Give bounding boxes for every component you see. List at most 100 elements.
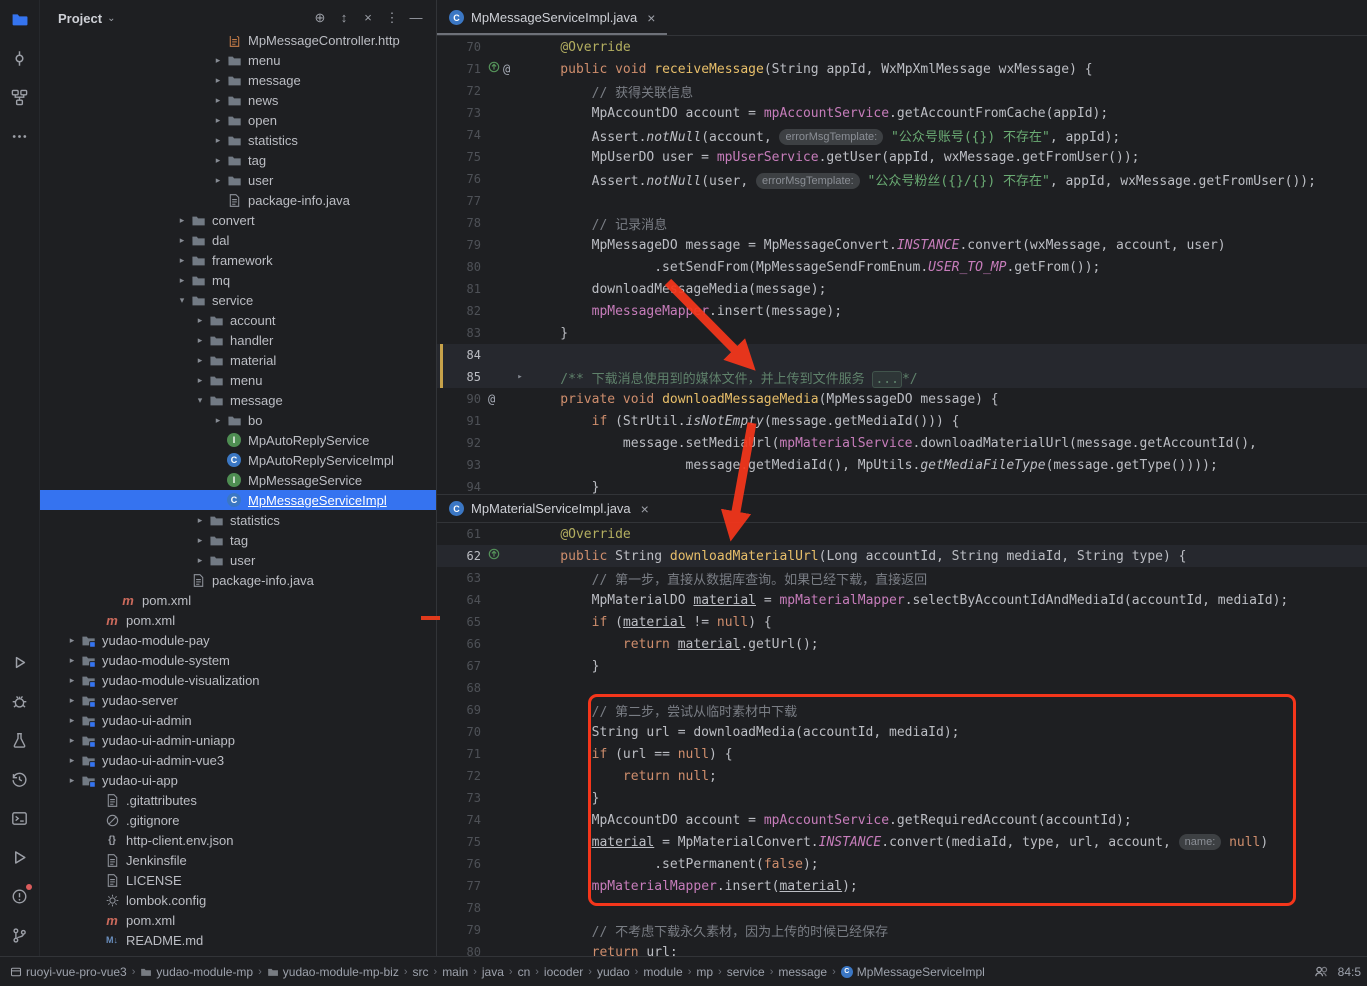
code-line-76[interactable]: 76 Assert.notNull(user, errorMsgTemplate… <box>437 168 1367 190</box>
code-text[interactable]: } <box>529 659 1367 674</box>
code-text[interactable]: // 获得关联信息 <box>529 82 1367 101</box>
code-line-80[interactable]: 80 .setSendFrom(MpMessageSendFromEnum.US… <box>437 256 1367 278</box>
tree-item-message[interactable]: ▸message <box>40 70 436 90</box>
code-line-78[interactable]: 78 // 记录消息 <box>437 212 1367 234</box>
code-line-74[interactable]: 74 MpAccountDO account = mpAccountServic… <box>437 809 1367 831</box>
code-text[interactable]: // 第一步，直接从数据库查询。如果已经下载，直接返回 <box>529 569 1367 588</box>
tree-item-package-info-java[interactable]: package-info.java <box>40 570 436 590</box>
code-text[interactable]: if (url == null) { <box>529 747 1367 762</box>
tree-item-dal[interactable]: ▸dal <box>40 230 436 250</box>
code-line-68[interactable]: 68 <box>437 677 1367 699</box>
breadcrumb-item-mpmessageserviceimpl[interactable]: CMpMessageServiceImpl <box>841 965 985 979</box>
code-line-75[interactable]: 75 material = MpMaterialConvert.INSTANCE… <box>437 831 1367 853</box>
options-icon[interactable]: ⋮ <box>380 6 404 30</box>
code-text[interactable]: MpAccountDO account = mpAccountService.g… <box>529 106 1367 121</box>
code-text[interactable]: message.getMediaId(), MpUtils.getMediaFi… <box>529 458 1367 473</box>
code-line-69[interactable]: 69 // 第二步，尝试从临时素材中下载 <box>437 699 1367 721</box>
code-text[interactable]: } <box>529 326 1367 341</box>
tree-item-user[interactable]: ▸user <box>40 170 436 190</box>
code-line-61[interactable]: 61 @Override <box>437 523 1367 545</box>
code-line-63[interactable]: 63 // 第一步，直接从数据库查询。如果已经下载，直接返回 <box>437 567 1367 589</box>
tree-item-account[interactable]: ▸account <box>40 310 436 330</box>
code-line-67[interactable]: 67 } <box>437 655 1367 677</box>
code-line-62[interactable]: 62 public String downloadMaterialUrl(Lon… <box>437 545 1367 567</box>
code-text[interactable]: message.setMediaUrl(mpMaterialService.do… <box>529 436 1367 451</box>
code-text[interactable]: Assert.notNull(user, errorMsgTemplate: "… <box>529 170 1367 189</box>
tree-item-gitattributes[interactable]: .gitattributes <box>40 790 436 810</box>
breadcrumb-item-java[interactable]: java <box>482 965 504 979</box>
tree-item-lombok-config[interactable]: lombok.config <box>40 890 436 910</box>
breadcrumb-item-yudao[interactable]: yudao <box>597 965 630 979</box>
tree-item-yudao-module-pay[interactable]: ▸yudao-module-pay <box>40 630 436 650</box>
structure-icon[interactable] <box>7 84 33 110</box>
code-text[interactable]: } <box>529 480 1367 495</box>
tree-item-gitignore[interactable]: .gitignore <box>40 810 436 830</box>
run-icon[interactable] <box>7 649 33 675</box>
override-gutter-icon[interactable] <box>488 548 500 564</box>
users-status-icon[interactable] <box>1314 964 1329 979</box>
tree-item-mpautoreplyserviceimpl[interactable]: CMpAutoReplyServiceImpl <box>40 450 436 470</box>
tree-item-mpautoreplyservice[interactable]: IMpAutoReplyService <box>40 430 436 450</box>
chevron-collapsed-icon[interactable]: ▸ <box>210 75 226 86</box>
tree-item-tag[interactable]: ▸tag <box>40 150 436 170</box>
terminal-icon[interactable] <box>7 805 33 831</box>
code-line-71[interactable]: 71 if (url == null) { <box>437 743 1367 765</box>
code-line-64[interactable]: 64 MpMaterialDO material = mpMaterialMap… <box>437 589 1367 611</box>
fold-icon[interactable]: ▸ <box>513 372 527 382</box>
tree-item-yudao-server[interactable]: ▸yudao-server <box>40 690 436 710</box>
code-text[interactable]: if (StrUtil.isNotEmpty(message.getMediaI… <box>529 414 1367 429</box>
annotation-gutter-icon[interactable]: @ <box>503 62 510 76</box>
tree-item-menu[interactable]: ▸menu <box>40 50 436 70</box>
tree-item-bo[interactable]: ▸bo <box>40 410 436 430</box>
code-text[interactable]: MpAccountDO account = mpAccountService.g… <box>529 813 1367 828</box>
code-line-85[interactable]: 85▸ /** 下载消息使用到的媒体文件，并上传到文件服务 ...*/ <box>437 366 1367 388</box>
chevron-collapsed-icon[interactable]: ▸ <box>174 235 190 246</box>
breadcrumb-item-yudao-module-mp-biz[interactable]: yudao-module-mp-biz <box>267 965 399 979</box>
code-line-77[interactable]: 77 <box>437 190 1367 212</box>
code-text[interactable]: String url = downloadMedia(accountId, me… <box>529 725 1367 740</box>
code-line-70[interactable]: 70 @Override <box>437 36 1367 58</box>
code-text[interactable]: return url; <box>529 945 1367 957</box>
caret-position[interactable]: 84:5 <box>1338 965 1361 979</box>
tree-item-news[interactable]: ▸news <box>40 90 436 110</box>
tree-item-convert[interactable]: ▸convert <box>40 210 436 230</box>
code-text[interactable]: @Override <box>529 527 1367 542</box>
tree-item-yudao-ui-app[interactable]: ▸yudao-ui-app <box>40 770 436 790</box>
chevron-collapsed-icon[interactable]: ▸ <box>174 215 190 226</box>
code-line-94[interactable]: 94 } <box>437 476 1367 494</box>
code-text[interactable]: Assert.notNull(account, errorMsgTemplate… <box>529 126 1367 145</box>
history-icon[interactable] <box>7 766 33 792</box>
code-text[interactable]: } <box>529 791 1367 806</box>
expand-icon[interactable]: ↕ <box>332 6 356 30</box>
override-gutter-icon[interactable] <box>488 61 500 77</box>
chevron-expanded-icon[interactable]: ▾ <box>174 295 190 306</box>
tree-item-readme-md[interactable]: M↓README.md <box>40 930 436 950</box>
tree-item-yudao-module-system[interactable]: ▸yudao-module-system <box>40 650 436 670</box>
code-line-66[interactable]: 66 return material.getUrl(); <box>437 633 1367 655</box>
problems-icon[interactable] <box>7 883 33 909</box>
tree-item-package-info-java[interactable]: package-info.java <box>40 190 436 210</box>
debug-icon[interactable] <box>7 688 33 714</box>
code-text[interactable]: public void receiveMessage(String appId,… <box>529 62 1367 77</box>
code-text[interactable]: mpMessageMapper.insert(message); <box>529 304 1367 319</box>
chevron-collapsed-icon[interactable]: ▸ <box>210 175 226 186</box>
code-line-80[interactable]: 80 return url; <box>437 941 1367 956</box>
chevron-collapsed-icon[interactable]: ▸ <box>64 715 80 726</box>
tree-item-http-client-env-json[interactable]: {}http-client.env.json <box>40 830 436 850</box>
code-line-79[interactable]: 79 MpMessageDO message = MpMessageConver… <box>437 234 1367 256</box>
code-line-78[interactable]: 78 <box>437 897 1367 919</box>
code-line-71[interactable]: 71@ public void receiveMessage(String ap… <box>437 58 1367 80</box>
tree-item-tag[interactable]: ▸tag <box>40 530 436 550</box>
code-text[interactable]: MpMessageDO message = MpMessageConvert.I… <box>529 238 1367 253</box>
close-icon[interactable]: × <box>641 501 649 517</box>
tree-item-open[interactable]: ▸open <box>40 110 436 130</box>
code-text[interactable]: if (material != null) { <box>529 615 1367 630</box>
chevron-collapsed-icon[interactable]: ▸ <box>192 515 208 526</box>
code-text[interactable]: @Override <box>529 40 1367 55</box>
hide-panel-icon[interactable]: — <box>404 6 428 30</box>
tree-item-message[interactable]: ▾message <box>40 390 436 410</box>
chevron-collapsed-icon[interactable]: ▸ <box>174 275 190 286</box>
code-text[interactable]: // 第二步，尝试从临时素材中下载 <box>529 701 1367 720</box>
code-text[interactable]: MpMaterialDO material = mpMaterialMapper… <box>529 593 1367 608</box>
code-text[interactable]: .setSendFrom(MpMessageSendFromEnum.USER_… <box>529 260 1367 275</box>
